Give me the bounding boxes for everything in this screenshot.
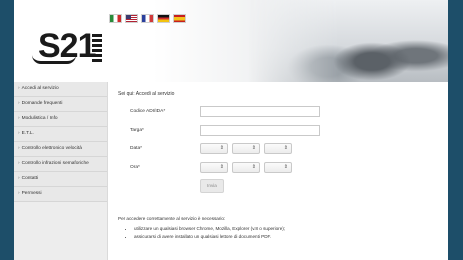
sidebar-item-modulistica[interactable]: › Modulistica / Info — [14, 112, 107, 127]
select-arrows-icon: ⇕ — [219, 164, 224, 170]
info-list: utilizzare un qualsiasi browser Chrome, … — [118, 226, 428, 240]
select-arrows-icon: ⇕ — [251, 164, 256, 170]
logo-swoosh — [32, 55, 76, 64]
chevron-right-icon: › — [18, 101, 20, 106]
chevron-right-icon: › — [18, 146, 20, 151]
targa-label: Targa* — [130, 128, 144, 133]
french-flag-icon[interactable] — [141, 14, 154, 23]
sidebar-item-domande[interactable]: › Domande frequenti — [14, 97, 107, 112]
sidebar-item-label: Controllo infrazioni semaforiche — [21, 161, 89, 166]
chevron-right-icon: › — [18, 86, 20, 91]
codice-label: Codice ADI/IDA* — [130, 109, 166, 114]
spanish-flag-icon[interactable] — [173, 14, 186, 23]
info-box: Per accedere correttamente al servizio è… — [118, 216, 428, 242]
codice-input[interactable] — [200, 106, 320, 117]
logo[interactable]: S21 — [32, 27, 102, 68]
submit-button[interactable]: Invia — [200, 179, 224, 193]
day-select[interactable]: ⇕ — [200, 143, 228, 154]
sidebar-item-label: Contatti — [21, 176, 39, 181]
chevron-right-icon: › — [18, 191, 20, 196]
sidebar-item-accedi[interactable]: › Accedi al servizio — [14, 82, 107, 97]
header: S21 — [14, 0, 448, 82]
sidebar: › Accedi al servizio › Domande frequenti ›… — [14, 82, 108, 260]
breadcrumb: Sei qui: Accedi al servizio — [118, 91, 175, 97]
select-arrows-icon: ⇕ — [219, 145, 224, 151]
italian-flag-icon[interactable] — [109, 14, 122, 23]
sidebar-item-label: E.T.L. — [21, 131, 34, 136]
list-item: utilizzare un qualsiasi browser Chrome, … — [134, 226, 428, 232]
chevron-right-icon: › — [18, 161, 20, 166]
targa-input[interactable] — [200, 125, 320, 136]
list-item: assicurarsi di avere installato un quals… — [134, 234, 428, 240]
month-select[interactable]: ⇕ — [232, 143, 260, 154]
info-title: Per accedere correttamente al servizio è… — [118, 216, 226, 221]
main-content: Sei qui: Accedi al servizio Codice ADI/I… — [112, 82, 442, 260]
chevron-right-icon: › — [18, 176, 20, 181]
hour-select[interactable]: ⇕ — [200, 162, 228, 173]
sidebar-item-permessi[interactable]: › Permessi — [14, 187, 107, 202]
select-arrows-icon: ⇕ — [251, 145, 256, 151]
english-flag-icon[interactable] — [125, 14, 138, 23]
logo-bars — [92, 34, 102, 64]
sidebar-item-etl[interactable]: › E.T.L. — [14, 127, 107, 142]
sidebar-item-contatti[interactable]: › Contatti — [14, 172, 107, 187]
minute-select[interactable]: ⇕ — [232, 162, 260, 173]
header-photo — [248, 0, 448, 82]
sidebar-item-label: Modulistica / Info — [21, 116, 58, 121]
select-arrows-icon: ⇕ — [283, 164, 288, 170]
second-select[interactable]: ⇕ — [264, 162, 292, 173]
sidebar-item-velocita[interactable]: › Controllo elettronico velocità — [14, 142, 107, 157]
chevron-right-icon: › — [18, 131, 20, 136]
ora-label: Ora* — [130, 165, 140, 170]
sidebar-item-label: Domande frequenti — [21, 101, 63, 106]
language-selector — [109, 14, 186, 23]
chevron-right-icon: › — [18, 116, 20, 121]
select-arrows-icon: ⇕ — [283, 145, 288, 151]
data-label: Data* — [130, 146, 142, 151]
browser-page: S21 › Accedi al servizio › Domande frequen… — [14, 0, 448, 260]
sidebar-item-label: Controllo elettronico velocità — [21, 146, 82, 151]
sidebar-item-semaforiche[interactable]: › Controllo infrazioni semaforiche — [14, 157, 107, 172]
year-select[interactable]: ⇕ — [264, 143, 292, 154]
sidebar-item-label: Accedi al servizio — [21, 86, 59, 91]
german-flag-icon[interactable] — [157, 14, 170, 23]
sidebar-item-label: Permessi — [21, 191, 42, 196]
